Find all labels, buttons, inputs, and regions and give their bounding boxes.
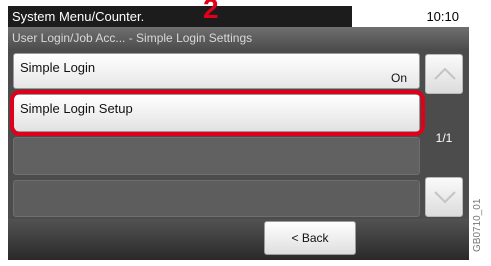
clock: 10:10 (426, 9, 459, 24)
menu-title: System Menu/Counter. (8, 6, 352, 27)
settings-list: Simple Login On Simple Login Setup 1/1 (8, 49, 469, 219)
back-button[interactable]: < Back (264, 221, 356, 255)
chevron-down-icon (434, 191, 456, 204)
chevron-up-icon (434, 67, 456, 80)
scroll-up-button[interactable] (425, 54, 463, 94)
scroll-down-button[interactable] (425, 177, 463, 217)
breadcrumb: User Login/Job Acc... - Simple Login Set… (8, 27, 469, 49)
status-bar: System Menu/Counter. 10:10 (8, 6, 469, 27)
simple-login-item[interactable]: Simple Login On (13, 53, 420, 89)
simple-login-value: On (390, 71, 407, 85)
empty-list-slot (13, 180, 420, 217)
bottom-bar: < Back (8, 219, 469, 260)
figure-id: GB0710_01 (472, 198, 483, 252)
step-number: 2 (203, 0, 219, 24)
panel-screen: System Menu/Counter. 10:10 User Login/Jo… (8, 6, 469, 260)
simple-login-label: Simple Login (20, 60, 96, 75)
page-indicator: 1/1 (435, 131, 453, 145)
empty-list-slot (13, 137, 420, 175)
highlight-frame (10, 90, 425, 136)
